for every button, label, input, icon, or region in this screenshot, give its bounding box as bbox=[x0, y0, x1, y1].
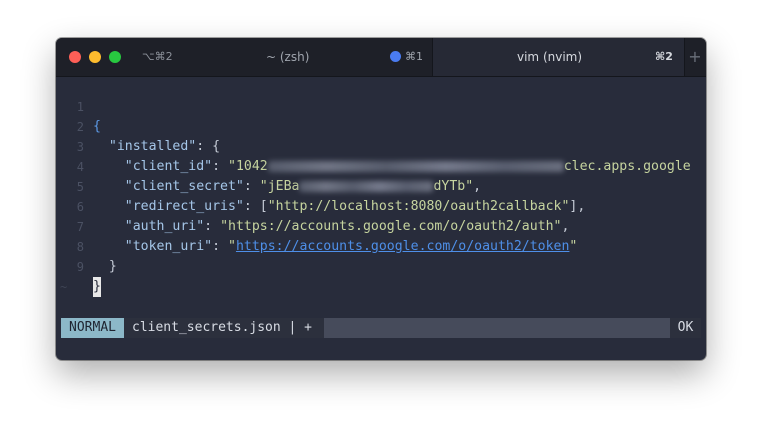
empty-line-marker: ~ bbox=[60, 280, 68, 294]
tab-shortcut-left: ⌥⌘2 bbox=[142, 50, 173, 63]
empty-line: ~ bbox=[56, 257, 706, 294]
code-line: 7 "token_uri": "https://accounts.google.… bbox=[56, 197, 706, 254]
tab-shortcut: ⌘1 bbox=[405, 50, 423, 63]
activity-dot-icon bbox=[390, 51, 401, 62]
terminal-window: ⌥⌘2 ~ (zsh) ⌘1 vim (nvim) ⌘2 + 1 { 2 "in… bbox=[56, 38, 706, 360]
new-tab-button[interactable]: + bbox=[686, 46, 704, 68]
file-name: client_secrets.json | + bbox=[124, 318, 324, 338]
code-line: 5 "redirect_uris": ["http://localhost:80… bbox=[56, 157, 706, 214]
tab-shortcut: ⌘2 bbox=[655, 50, 673, 63]
code-line: 2 "installed": { bbox=[56, 97, 706, 154]
status-line: NORMAL client_secrets.json | + OK bbox=[61, 318, 701, 338]
editor-buffer[interactable]: 1 { 2 "installed": { 3 "client_id": "104… bbox=[56, 77, 706, 318]
status-ok: OK bbox=[670, 318, 701, 338]
tab-title: vim (nvim) bbox=[517, 50, 583, 64]
tab-vim[interactable]: vim (nvim) ⌘2 bbox=[432, 38, 685, 76]
code-line: 8 } bbox=[56, 217, 706, 274]
tab-zsh[interactable]: ⌥⌘2 ~ (zsh) ⌘1 bbox=[56, 38, 432, 76]
status-fill bbox=[324, 318, 670, 338]
code-line: 9 } bbox=[56, 237, 706, 297]
title-bar: ⌥⌘2 ~ (zsh) ⌘1 vim (nvim) ⌘2 + bbox=[56, 38, 706, 77]
file-name-text: client_secrets.json | + bbox=[132, 320, 313, 335]
code-line: 6 "auth_uri": "https://accounts.google.c… bbox=[56, 177, 706, 234]
mode-indicator: NORMAL bbox=[61, 318, 124, 338]
tab-title: ~ (zsh) bbox=[266, 50, 310, 64]
code-line: 3 "client_id": "1042 clec.apps.google bbox=[56, 117, 706, 174]
code-line: 1 { bbox=[56, 77, 706, 134]
code-line: 4 "client_secret": "jEBa dYTb", bbox=[56, 137, 706, 194]
